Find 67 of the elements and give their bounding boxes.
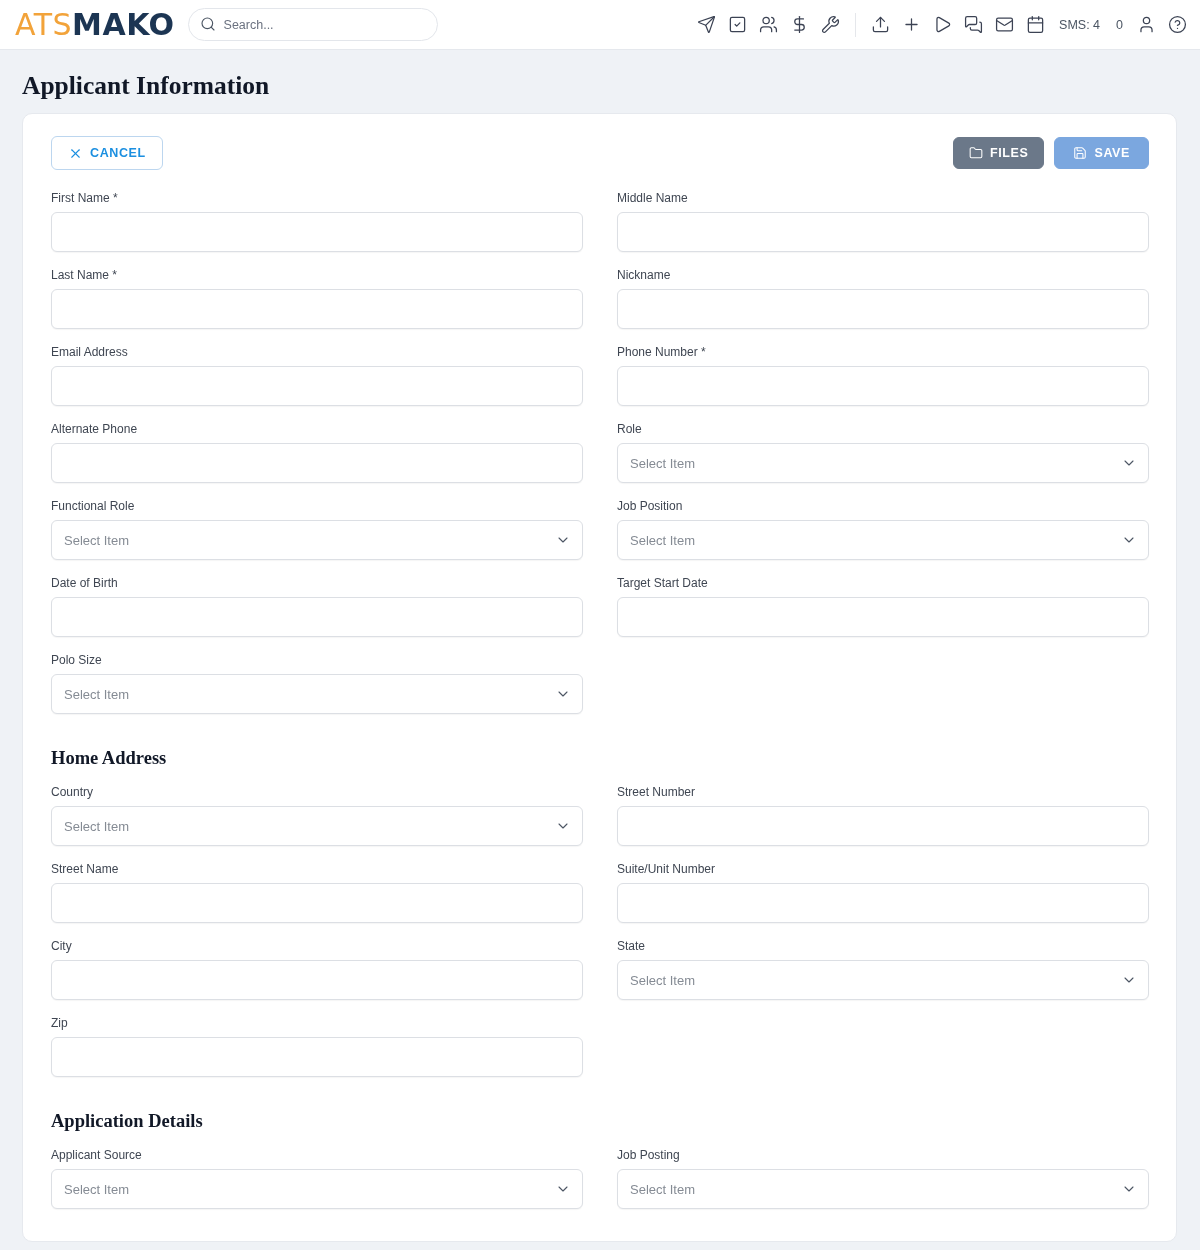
input-field[interactable]	[51, 443, 583, 483]
dropdown-field[interactable]: Select Item	[51, 1169, 583, 1209]
dropdown-field[interactable]: Select Item	[51, 674, 583, 714]
field-label: State	[617, 939, 646, 953]
section-title: Home Address	[51, 747, 167, 769]
play-icon[interactable]	[933, 15, 953, 34]
calendar-icon[interactable]	[1026, 15, 1046, 34]
input-field[interactable]	[51, 212, 583, 252]
field-label: Country	[51, 785, 94, 799]
input-field[interactable]	[51, 366, 583, 406]
field-label: Phone Number *	[617, 345, 706, 359]
field-label: Job Posting	[617, 1148, 680, 1162]
search-icon	[199, 16, 216, 32]
wrench-icon[interactable]	[821, 15, 841, 34]
input-field[interactable]	[51, 1037, 583, 1077]
input-field[interactable]	[617, 289, 1149, 329]
field-label: Middle Name	[617, 191, 688, 205]
input-field[interactable]	[617, 366, 1149, 406]
search-field[interactable]: Search...	[187, 8, 438, 41]
upload-icon[interactable]	[871, 15, 891, 34]
input-field[interactable]	[617, 212, 1149, 252]
check-square-icon[interactable]	[728, 15, 748, 34]
dropdown-field[interactable]: Select Item	[617, 443, 1149, 483]
sms-count: SMS: 4	[1059, 17, 1101, 32]
field-label: Last Name *	[51, 268, 118, 282]
field-label: Polo Size	[51, 653, 102, 667]
input-field[interactable]	[51, 960, 583, 1000]
files-button[interactable]: FILES	[953, 137, 1045, 169]
folder-icon	[969, 146, 984, 160]
input-field[interactable]	[617, 883, 1149, 923]
field-label: Nickname	[617, 268, 671, 282]
field-label: Role	[617, 422, 642, 436]
input-field[interactable]	[51, 597, 583, 637]
field-label: Street Number	[617, 785, 696, 799]
field-label: Job Position	[617, 499, 683, 513]
dropdown-field[interactable]: Select Item	[51, 520, 583, 560]
help-icon[interactable]	[1168, 15, 1187, 34]
send-icon[interactable]	[697, 15, 717, 34]
cancel-button[interactable]: CANCEL	[51, 136, 163, 170]
mail-icon[interactable]	[995, 15, 1015, 34]
dropdown-field[interactable]: Select Item	[617, 960, 1149, 1000]
field-label: Zip	[51, 1016, 68, 1030]
input-field[interactable]	[617, 806, 1149, 846]
dropdown-field[interactable]: Select Item	[51, 806, 583, 846]
page-title: Applicant Information	[22, 72, 270, 100]
field-label: Email Address	[51, 345, 128, 359]
user-icon[interactable]	[1137, 15, 1156, 34]
field-label: City	[51, 939, 72, 953]
field-label: Applicant Source	[51, 1148, 142, 1162]
input-field[interactable]	[617, 597, 1149, 637]
notification-count: 0	[1116, 17, 1123, 32]
input-field[interactable]	[51, 289, 583, 329]
chat-icon[interactable]	[964, 15, 984, 34]
section-title: Application Details	[51, 1110, 203, 1132]
dropdown-field[interactable]: Select Item	[617, 520, 1149, 560]
input-field[interactable]	[51, 883, 583, 923]
dropdown-field[interactable]: Select Item	[617, 1169, 1149, 1209]
field-label: First Name *	[51, 191, 118, 205]
field-label: Street Name	[51, 862, 119, 876]
logo[interactable]: ATSMAKO	[15, 8, 175, 41]
field-label: Suite/Unit Number	[617, 862, 716, 876]
field-label: Date of Birth	[51, 576, 118, 590]
users-icon[interactable]	[759, 15, 779, 34]
field-label: Functional Role	[51, 499, 135, 513]
field-label: Alternate Phone	[51, 422, 138, 436]
save-icon	[1073, 146, 1088, 160]
field-label: Target Start Date	[617, 576, 708, 590]
